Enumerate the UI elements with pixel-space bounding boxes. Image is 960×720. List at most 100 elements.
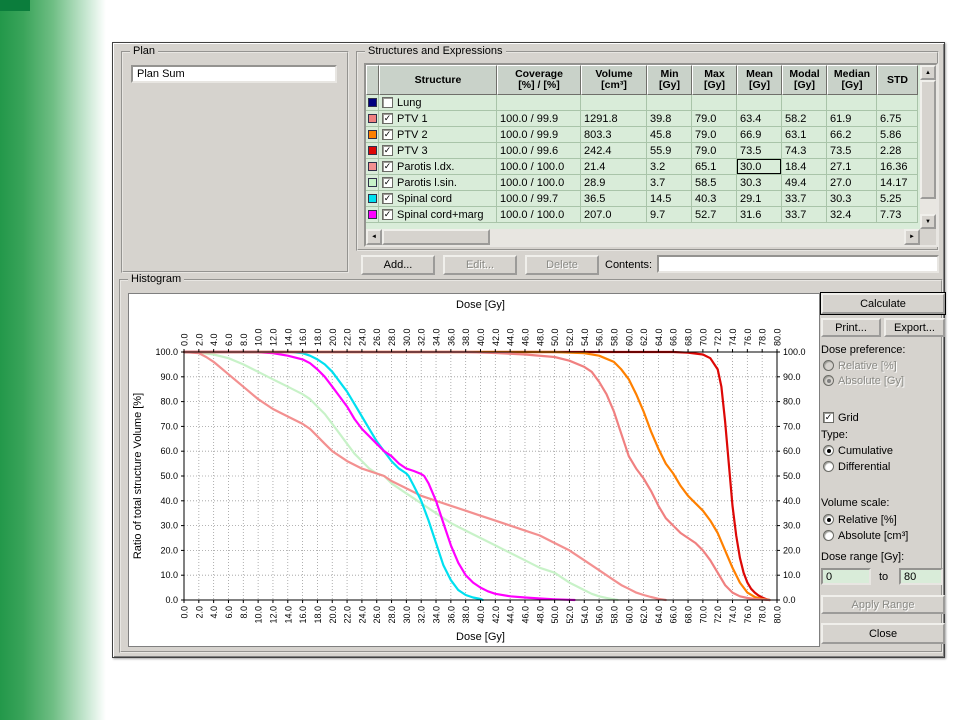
table-cell[interactable]: 63.4 [737,111,782,127]
dose-range-to-field[interactable]: 80 [899,568,943,585]
structure-visibility-checkbox[interactable] [382,209,393,220]
table-cell[interactable]: 14.5 [647,191,692,207]
scroll-down-button[interactable]: ▼ [920,214,936,229]
table-cell[interactable] [782,95,827,111]
structure-visibility-checkbox[interactable] [382,97,393,108]
column-header[interactable]: Max[Gy] [692,65,737,95]
radio-icon[interactable] [823,445,834,456]
column-header[interactable]: Min[Gy] [647,65,692,95]
table-row[interactable]: Parotis l.dx.100.0 / 100.021.43.265.130.… [366,159,936,175]
plan-name-field[interactable]: Plan Sum [131,65,337,83]
table-cell[interactable] [647,95,692,111]
column-header[interactable]: Median[Gy] [827,65,877,95]
radio-icon[interactable] [823,530,834,541]
table-row[interactable]: Spinal cord100.0 / 99.736.514.540.329.13… [366,191,936,207]
table-cell[interactable]: 242.4 [581,143,647,159]
table-cell[interactable] [737,95,782,111]
table-row[interactable]: PTV 2100.0 / 99.9803.345.879.066.963.166… [366,127,936,143]
column-header[interactable]: Mean[Gy] [737,65,782,95]
table-cell[interactable]: 100.0 / 99.9 [497,111,581,127]
table-cell[interactable]: 66.9 [737,127,782,143]
table-cell[interactable]: 1291.8 [581,111,647,127]
scroll-left-button[interactable]: ◄ [366,229,382,245]
table-cell[interactable]: 27.0 [827,175,877,191]
close-button[interactable]: Close [821,623,945,644]
table-row[interactable]: PTV 1100.0 / 99.91291.839.879.063.458.26… [366,111,936,127]
grid-checkbox[interactable] [823,412,834,423]
add-button[interactable]: Add... [361,255,435,275]
column-header[interactable]: STD [877,65,918,95]
table-cell[interactable]: 7.73 [877,207,918,223]
table-cell[interactable] [497,95,581,111]
table-cell[interactable]: 2.28 [877,143,918,159]
table-cell[interactable]: 61.9 [827,111,877,127]
dose-range-from-field[interactable]: 0 [821,568,871,585]
table-cell[interactable]: 21.4 [581,159,647,175]
table-cell[interactable]: 33.7 [782,191,827,207]
table-cell[interactable]: 40.3 [692,191,737,207]
table-cell[interactable]: 32.4 [827,207,877,223]
column-header[interactable]: Coverage[%] / [%] [497,65,581,95]
structure-name-cell[interactable]: PTV 1 [379,111,497,127]
table-cell[interactable]: 49.4 [782,175,827,191]
table-cell[interactable]: 58.5 [692,175,737,191]
table-cell[interactable]: 36.5 [581,191,647,207]
table-cell[interactable]: 803.3 [581,127,647,143]
structure-name-cell[interactable]: Spinal cord+marg [379,207,497,223]
table-cell[interactable] [827,95,877,111]
structure-visibility-checkbox[interactable] [382,161,393,172]
table-cell[interactable]: 39.8 [647,111,692,127]
table-cell[interactable]: 100.0 / 99.7 [497,191,581,207]
structure-name-cell[interactable]: PTV 2 [379,127,497,143]
radio-type-cumulative[interactable]: Cumulative [823,444,893,457]
table-cell[interactable] [581,95,647,111]
table-cell[interactable]: 74.3 [782,143,827,159]
table-cell[interactable]: 79.0 [692,111,737,127]
table-cell[interactable]: 33.7 [782,207,827,223]
structure-visibility-checkbox[interactable] [382,129,393,140]
table-cell[interactable]: 30.3 [737,175,782,191]
table-cell[interactable]: 31.6 [737,207,782,223]
table-row[interactable]: Lung [366,95,936,111]
table-cell[interactable]: 45.8 [647,127,692,143]
table-cell[interactable]: 100.0 / 99.6 [497,143,581,159]
table-cell[interactable]: 5.25 [877,191,918,207]
table-row[interactable]: PTV 3100.0 / 99.6242.455.979.073.574.373… [366,143,936,159]
contents-field[interactable] [657,255,939,273]
table-cell[interactable]: 100.0 / 100.0 [497,175,581,191]
radio-icon[interactable] [823,514,834,525]
structure-name-cell[interactable]: Parotis l.sin. [379,175,497,191]
structure-name-cell[interactable]: Parotis l.dx. [379,159,497,175]
table-cell[interactable]: 79.0 [692,143,737,159]
table-cell[interactable]: 100.0 / 99.9 [497,127,581,143]
table-cell[interactable]: 27.1 [827,159,877,175]
table-cell[interactable]: 63.1 [782,127,827,143]
calculate-button[interactable]: Calculate [821,293,945,314]
table-cell[interactable]: 29.1 [737,191,782,207]
table-vertical-scrollbar[interactable]: ▲ ▼ [920,65,936,229]
table-cell[interactable]: 3.2 [647,159,692,175]
table-cell[interactable] [692,95,737,111]
structure-visibility-checkbox[interactable] [382,145,393,156]
column-header[interactable]: Volume[cm³] [581,65,647,95]
table-cell[interactable]: 73.5 [737,143,782,159]
table-cell[interactable]: 55.9 [647,143,692,159]
structure-name-cell[interactable]: PTV 3 [379,143,497,159]
radio-icon[interactable] [823,461,834,472]
column-header[interactable]: Structure [379,65,497,95]
structure-visibility-checkbox[interactable] [382,113,393,124]
table-cell[interactable]: 58.2 [782,111,827,127]
structure-name-cell[interactable]: Lung [379,95,497,111]
radio-type-differential[interactable]: Differential [823,460,890,473]
table-cell[interactable]: 30.3 [827,191,877,207]
structure-name-cell[interactable]: Spinal cord [379,191,497,207]
table-cell[interactable]: 52.7 [692,207,737,223]
table-cell[interactable]: 73.5 [827,143,877,159]
table-cell[interactable] [877,95,918,111]
table-row[interactable]: Spinal cord+marg100.0 / 100.0207.09.752.… [366,207,936,223]
table-cell[interactable]: 9.7 [647,207,692,223]
structure-visibility-checkbox[interactable] [382,177,393,188]
column-header[interactable]: Modal[Gy] [782,65,827,95]
table-cell[interactable]: 5.86 [877,127,918,143]
grid-checkbox-row[interactable]: Grid [823,411,859,424]
